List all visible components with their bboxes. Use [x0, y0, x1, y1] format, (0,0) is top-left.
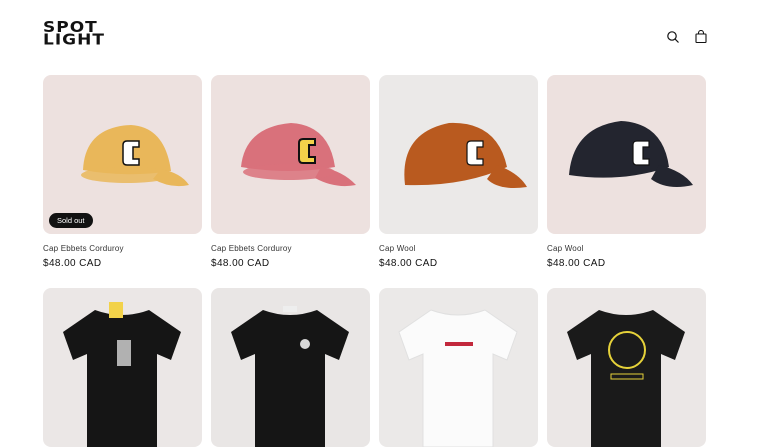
brand-logo[interactable]: SPOT LIGHT [43, 20, 105, 49]
header-icons [666, 30, 708, 44]
product-card[interactable] [211, 288, 370, 447]
product-image[interactable] [211, 288, 370, 447]
site-header: SPOT LIGHT [0, 0, 768, 70]
logo-line-2: LIGHT [43, 30, 105, 49]
product-image[interactable] [379, 288, 538, 447]
product-price: $48.00 CAD [547, 258, 606, 269]
product-card[interactable]: Cap Wool $48.00 CAD [547, 75, 706, 269]
cap-image [211, 75, 370, 234]
product-title[interactable]: Cap Ebbets Corduroy [43, 244, 202, 253]
product-card[interactable] [379, 288, 538, 447]
search-icon[interactable] [666, 30, 680, 44]
tshirt-image [379, 288, 538, 447]
tshirt-image [43, 288, 202, 447]
product-card[interactable]: Cap Ebbets Corduroy $48.00 CAD [211, 75, 370, 269]
product-price: $48.00 CAD [211, 258, 270, 269]
tshirt-image [547, 288, 706, 447]
product-card[interactable]: Cap Wool $48.00 CAD [379, 75, 538, 269]
product-title[interactable]: Cap Wool [379, 244, 538, 253]
product-image[interactable] [211, 75, 370, 234]
cap-image [547, 75, 706, 234]
product-card[interactable]: Sold out Cap Ebbets Corduroy $48.00 CAD [43, 75, 202, 269]
sold-out-badge: Sold out [49, 213, 93, 228]
product-grid: Sold out Cap Ebbets Corduroy $48.00 CAD … [43, 75, 706, 447]
product-title[interactable]: Cap Wool [547, 244, 706, 253]
product-image[interactable]: Sold out [43, 75, 202, 234]
product-image[interactable] [547, 75, 706, 234]
product-title[interactable]: Cap Ebbets Corduroy [211, 244, 370, 253]
product-card[interactable] [547, 288, 706, 447]
product-price: $48.00 CAD [43, 258, 102, 269]
cap-image [43, 75, 202, 234]
cart-icon[interactable] [694, 30, 708, 44]
product-price: $48.00 CAD [379, 258, 438, 269]
cap-image [379, 75, 538, 234]
product-card[interactable] [43, 288, 202, 447]
product-image[interactable] [379, 75, 538, 234]
product-image[interactable] [43, 288, 202, 447]
product-image[interactable] [547, 288, 706, 447]
tshirt-image [211, 288, 370, 447]
